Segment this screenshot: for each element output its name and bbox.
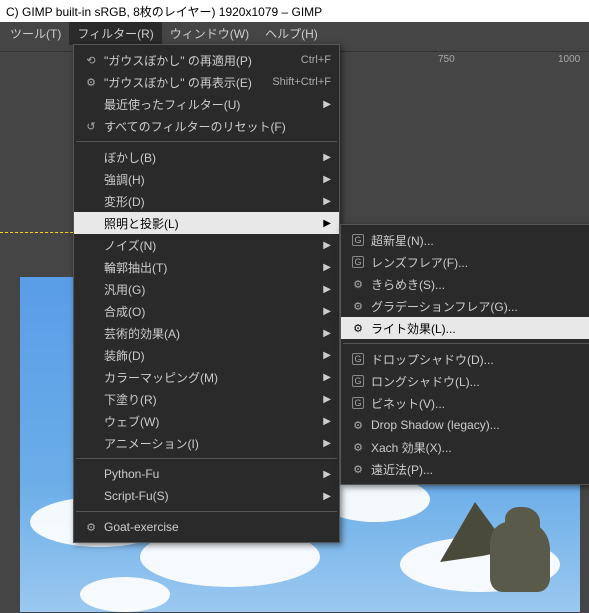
gear-icon: ⚙: [82, 76, 100, 89]
menu-label: すべてのフィルターのリセット(F): [100, 118, 331, 135]
separator: [76, 141, 337, 142]
separator: [76, 458, 337, 459]
chevron-right-icon: ▶: [319, 394, 331, 405]
light-shadow-menu: G超新星(N)... Gレンズフレア(F)... ⚙きらめき(S)... ⚙グラ…: [340, 224, 589, 485]
menu-label: "ガウスぼかし" の再適用(P): [100, 52, 289, 69]
gear-icon: ⚙: [349, 441, 367, 454]
filters-reapply[interactable]: ⟲ "ガウスぼかし" の再適用(P) Ctrl+F: [74, 49, 339, 71]
filters-render[interactable]: 下塗り(R)▶: [74, 388, 339, 410]
separator: [76, 511, 337, 512]
gegl-icon: G: [349, 353, 367, 365]
chevron-right-icon: ▶: [319, 262, 331, 273]
sparkle[interactable]: ⚙きらめき(S)...: [341, 273, 589, 295]
gegl-icon: G: [349, 397, 367, 409]
ruler-tick: 1000: [558, 54, 580, 65]
chevron-right-icon: ▶: [319, 99, 331, 110]
gradient-flare[interactable]: ⚙グラデーションフレア(G)...: [341, 295, 589, 317]
chevron-right-icon: ▶: [319, 218, 331, 229]
gegl-icon: G: [349, 256, 367, 268]
filters-animation[interactable]: アニメーション(I)▶: [74, 432, 339, 454]
filters-menu: ⟲ "ガウスぼかし" の再適用(P) Ctrl+F ⚙ "ガウスぼかし" の再表…: [73, 44, 340, 543]
shortcut: Ctrl+F: [289, 54, 331, 66]
gear-icon: ⚙: [349, 322, 367, 335]
lens-flare[interactable]: Gレンズフレア(F)...: [341, 251, 589, 273]
filters-goat-exercise[interactable]: ⚙ Goat-exercise: [74, 516, 339, 538]
chevron-right-icon: ▶: [319, 174, 331, 185]
filters-web[interactable]: ウェブ(W)▶: [74, 410, 339, 432]
chevron-right-icon: ▶: [319, 350, 331, 361]
filters-enhance[interactable]: 強調(H)▶: [74, 168, 339, 190]
filters-noise[interactable]: ノイズ(N)▶: [74, 234, 339, 256]
filters-reshow[interactable]: ⚙ "ガウスぼかし" の再表示(E) Shift+Ctrl+F: [74, 71, 339, 93]
chevron-right-icon: ▶: [319, 328, 331, 339]
supernova[interactable]: G超新星(N)...: [341, 229, 589, 251]
filters-recent[interactable]: 最近使ったフィルター(U) ▶: [74, 93, 339, 115]
reset-icon: ↺: [82, 120, 100, 133]
filters-reset-all[interactable]: ↺ すべてのフィルターのリセット(F): [74, 115, 339, 137]
chevron-right-icon: ▶: [319, 416, 331, 427]
gegl-icon: G: [349, 375, 367, 387]
drop-shadow-legacy[interactable]: ⚙Drop Shadow (legacy)...: [341, 414, 589, 436]
filters-distort[interactable]: 変形(D)▶: [74, 190, 339, 212]
chevron-right-icon: ▶: [319, 491, 331, 502]
titlebar: C) GIMP built-in sRGB, 8枚のレイヤー) 1920x107…: [0, 0, 589, 22]
chevron-right-icon: ▶: [319, 196, 331, 207]
filters-combine[interactable]: 合成(O)▶: [74, 300, 339, 322]
menu-label: "ガウスぼかし" の再表示(E): [100, 74, 260, 91]
filters-decor[interactable]: 装飾(D)▶: [74, 344, 339, 366]
menu-tools[interactable]: ツール(T): [2, 22, 69, 45]
filters-blur[interactable]: ぼかし(B)▶: [74, 146, 339, 168]
ruler-tick: 750: [438, 54, 455, 65]
chevron-right-icon: ▶: [319, 152, 331, 163]
chevron-right-icon: ▶: [319, 284, 331, 295]
chevron-right-icon: ▶: [319, 372, 331, 383]
menu-help[interactable]: ヘルプ(H): [257, 22, 326, 45]
menu-label: 最近使ったフィルター(U): [100, 96, 319, 113]
gear-icon: ⚙: [349, 278, 367, 291]
menu-windows[interactable]: ウィンドウ(W): [162, 22, 257, 45]
redo-icon: ⟲: [82, 54, 100, 67]
filters-light-shadow[interactable]: 照明と投影(L)▶: [74, 212, 339, 234]
window-title: C) GIMP built-in sRGB, 8枚のレイヤー) 1920x107…: [6, 3, 322, 20]
gegl-icon: G: [349, 234, 367, 246]
chevron-right-icon: ▶: [319, 240, 331, 251]
filters-generic[interactable]: 汎用(G)▶: [74, 278, 339, 300]
gear-icon: ⚙: [82, 521, 100, 534]
filters-script-fu[interactable]: Script-Fu(S)▶: [74, 485, 339, 507]
menubar: ツール(T) フィルター(R) ウィンドウ(W) ヘルプ(H): [0, 22, 589, 44]
vignette[interactable]: Gビネット(V)...: [341, 392, 589, 414]
filters-edge[interactable]: 輪郭抽出(T)▶: [74, 256, 339, 278]
gear-icon: ⚙: [349, 463, 367, 476]
lighting-effects[interactable]: ⚙ライト効果(L)...: [341, 317, 589, 339]
perspective[interactable]: ⚙遠近法(P)...: [341, 458, 589, 480]
drop-shadow[interactable]: Gドロップシャドウ(D)...: [341, 348, 589, 370]
dragon-image: [450, 482, 570, 602]
filters-map[interactable]: カラーマッピング(M)▶: [74, 366, 339, 388]
long-shadow[interactable]: Gロングシャドウ(L)...: [341, 370, 589, 392]
chevron-right-icon: ▶: [319, 469, 331, 480]
chevron-right-icon: ▶: [319, 438, 331, 449]
chevron-right-icon: ▶: [319, 306, 331, 317]
shortcut: Shift+Ctrl+F: [260, 76, 331, 88]
gear-icon: ⚙: [349, 300, 367, 313]
separator: [343, 343, 589, 344]
filters-artistic[interactable]: 芸術的効果(A)▶: [74, 322, 339, 344]
xach-effect[interactable]: ⚙Xach 効果(X)...: [341, 436, 589, 458]
menu-filters[interactable]: フィルター(R): [69, 22, 161, 45]
gear-icon: ⚙: [349, 419, 367, 432]
filters-python-fu[interactable]: Python-Fu▶: [74, 463, 339, 485]
